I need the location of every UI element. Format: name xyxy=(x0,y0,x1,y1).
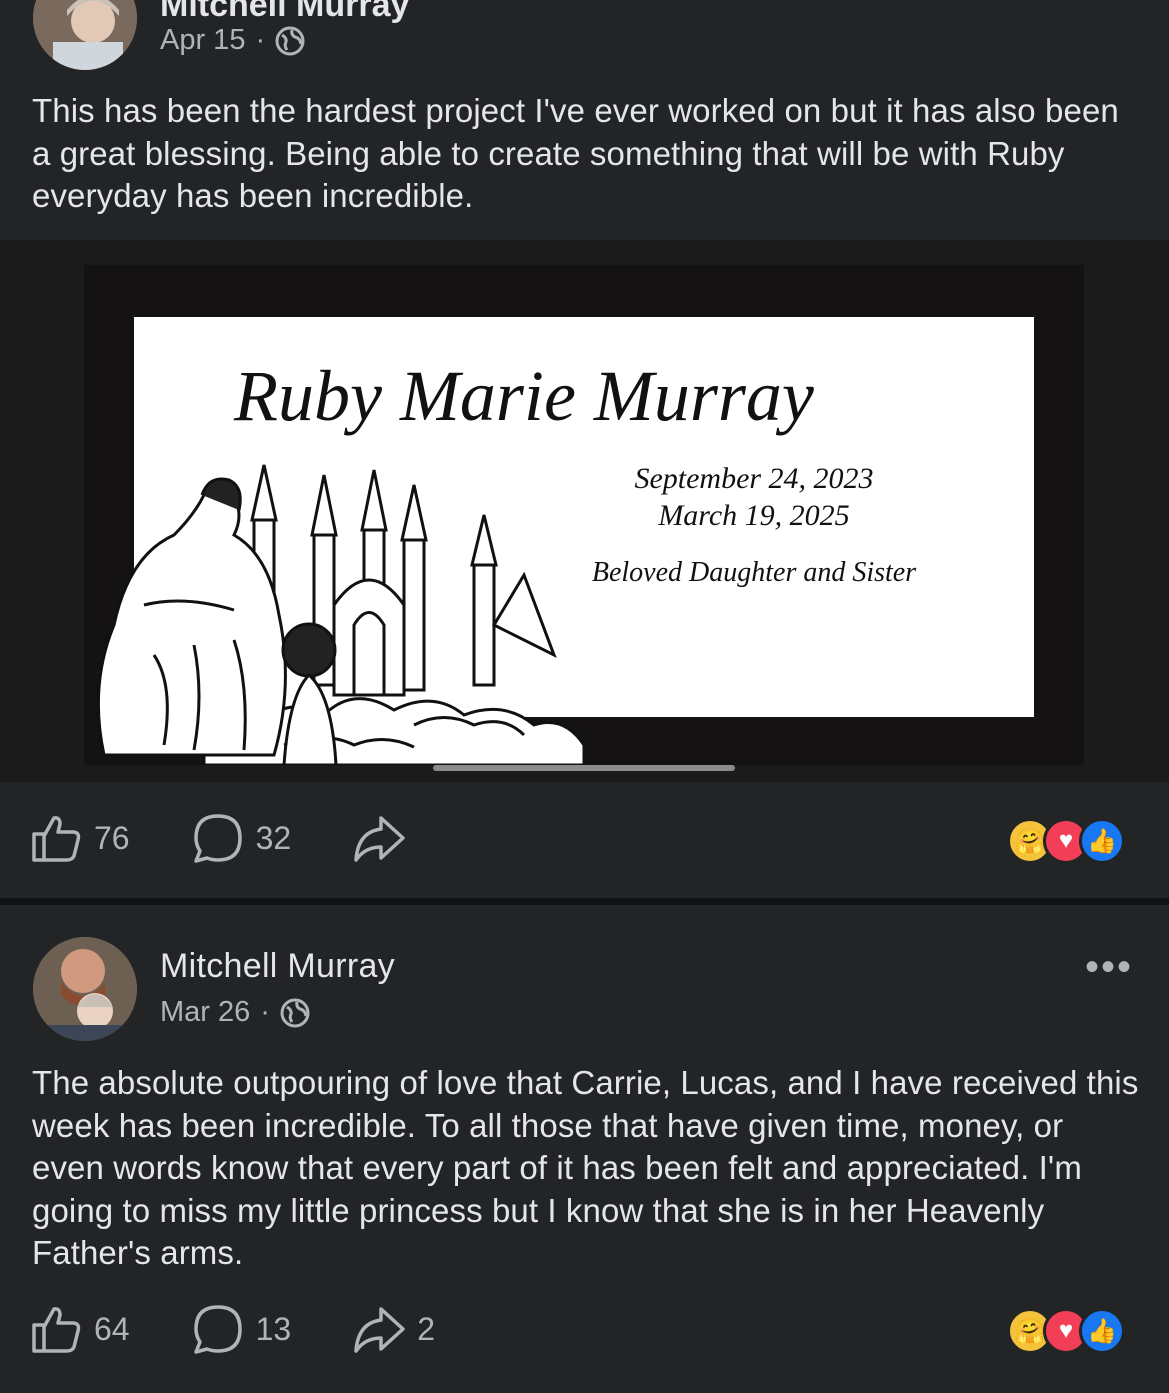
jesus-and-child-castle-illustration xyxy=(96,464,586,765)
share-button[interactable] xyxy=(353,812,417,864)
post-divider xyxy=(0,898,1169,905)
comment-icon xyxy=(193,814,242,863)
avatar-image xyxy=(33,0,137,70)
like-icon: 👍 xyxy=(1079,1308,1125,1354)
post-image[interactable]: Ruby Marie Murray September 24, 2023 Mar… xyxy=(0,240,1169,782)
post-1: Mitchell Murray Apr 15 · This has been t… xyxy=(0,0,1169,898)
post-date[interactable]: Mar 26 xyxy=(160,996,250,1029)
reaction-summary[interactable]: 🤗 ♥ 👍 xyxy=(1007,1308,1125,1354)
author-name-cropped[interactable]: Mitchell Murray xyxy=(160,0,409,25)
post-text: The absolute outpouring of love that Car… xyxy=(32,1064,1139,1272)
post-2: Mitchell Murray ••• Mar 26 · The absolut… xyxy=(0,905,1169,1393)
comment-icon xyxy=(193,1305,242,1354)
carousel-scrollbar[interactable] xyxy=(433,765,735,771)
share-count: 2 xyxy=(417,1310,435,1347)
author-avatar[interactable] xyxy=(33,0,137,70)
author-name[interactable]: Mitchell Murray xyxy=(160,947,395,986)
like-button[interactable]: 64 xyxy=(30,1303,130,1355)
plaque-date-born: September 24, 2023 xyxy=(634,462,874,495)
thumbs-up-icon xyxy=(32,1307,81,1353)
avatar-image xyxy=(33,937,137,1041)
like-count: 76 xyxy=(94,819,130,856)
more-icon: ••• xyxy=(1084,945,1133,989)
post-actions: 64 13 2 xyxy=(30,1303,497,1355)
share-button[interactable]: 2 xyxy=(353,1303,435,1355)
post-text: This has been the hardest project I've e… xyxy=(32,92,1119,215)
comment-button[interactable]: 13 xyxy=(192,1303,292,1355)
globe-icon xyxy=(275,26,305,55)
share-icon xyxy=(354,816,405,862)
comment-count: 13 xyxy=(255,1310,292,1347)
like-button[interactable]: 76 xyxy=(30,812,130,864)
meta-separator: · xyxy=(255,24,266,56)
reaction-summary[interactable]: 🤗 ♥ 👍 xyxy=(1007,818,1125,864)
thumbs-up-icon xyxy=(32,816,81,862)
comment-button[interactable]: 32 xyxy=(192,812,292,864)
share-icon xyxy=(354,1307,405,1353)
plaque-date-died: March 19, 2025 xyxy=(658,499,850,532)
more-options-button[interactable]: ••• xyxy=(1085,947,1133,987)
like-count: 64 xyxy=(94,1310,130,1347)
like-icon: 👍 xyxy=(1079,818,1125,864)
post-date[interactable]: Apr 15 xyxy=(160,24,245,57)
globe-icon xyxy=(280,998,310,1027)
plaque-caption: Beloved Daughter and Sister xyxy=(591,557,917,588)
meta-separator: · xyxy=(260,996,270,1028)
post-meta: Mar 26 · xyxy=(160,996,310,1029)
author-avatar[interactable] xyxy=(33,937,137,1041)
post-meta: Apr 15 · xyxy=(160,24,305,57)
comment-count: 32 xyxy=(255,819,292,856)
post-actions: 76 32 xyxy=(30,812,479,864)
